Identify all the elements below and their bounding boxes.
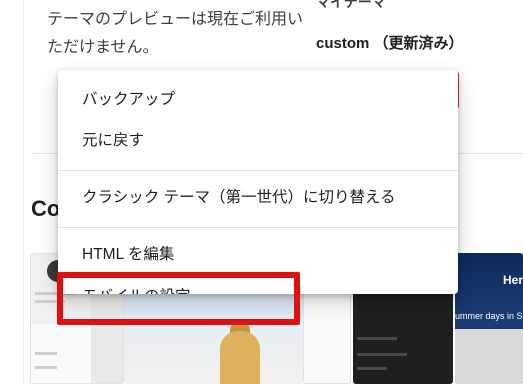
thumbnail-line (35, 366, 57, 369)
menu-item-restore[interactable]: 元に戻す (58, 121, 458, 161)
thumbnail-photo (455, 329, 523, 384)
theme-options-menu: バックアップ 元に戻す クラシック テーマ（第一世代）に切り替える HTML を… (58, 70, 458, 294)
thumbnail-line (357, 367, 387, 370)
theme-page: テーマのプレビューは現在ご利用いただけません。 マイテーマ custom （更新… (0, 0, 523, 384)
menu-divider (58, 170, 458, 171)
menu-item-switch-classic-theme[interactable]: クラシック テーマ（第一世代）に切り替える (58, 178, 458, 218)
thumbnail-line (357, 337, 397, 340)
thumbnail-caption: ummer days in Santorini (455, 311, 523, 321)
menu-divider (58, 227, 458, 228)
menu-item-edit-html[interactable]: HTML を編集 (58, 235, 458, 275)
my-theme-label: マイテーマ (316, 0, 386, 10)
left-rail (0, 0, 24, 384)
thumbnail-image-detail (220, 331, 260, 384)
section-heading: Co (31, 196, 61, 221)
highlight-box (57, 272, 300, 325)
preview-unavailable-text: テーマのプレビューは現在ご利用いただけません。 (47, 11, 304, 56)
thumbnail-line (35, 352, 57, 355)
thumbnail-title: Here (503, 273, 523, 287)
current-theme-name: custom （更新済み） (316, 35, 464, 52)
theme-thumbnail[interactable]: Here ummer days in Santorini (455, 253, 523, 384)
menu-item-backup[interactable]: バックアップ (58, 80, 458, 120)
thumbnail-line (357, 353, 407, 356)
